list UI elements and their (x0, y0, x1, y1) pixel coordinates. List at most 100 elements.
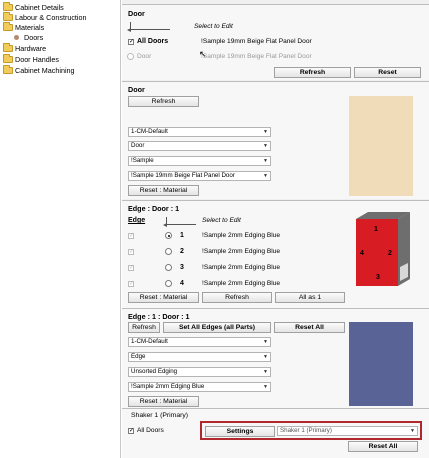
folder-icon (3, 65, 13, 74)
refresh-button[interactable]: Refresh (202, 292, 272, 303)
tree-item-label: Materials (15, 23, 45, 32)
folder-icon (3, 22, 13, 31)
chevron-down-icon: ▼ (263, 384, 268, 390)
all-as-1-button[interactable]: All as 1 (275, 292, 345, 303)
folder-icon (3, 54, 13, 63)
combo-value: 1-CM-Default (131, 128, 168, 135)
chevron-down-icon: ▼ (410, 428, 415, 434)
combo-value: Edge (131, 353, 146, 360)
settings-button[interactable]: Settings (205, 426, 275, 437)
edge-checkbox-3[interactable]: ✓ (128, 265, 134, 271)
edge-checkbox-2[interactable]: ✓ (128, 249, 134, 255)
all-doors-checkbox[interactable]: ✓ (128, 428, 134, 434)
door-select-panel: Door Select to Edit ✓ All Doors !Sample … (122, 4, 429, 80)
reset-button[interactable]: Reset (354, 67, 421, 78)
all-doors-checkbox[interactable]: ✓ (128, 39, 134, 45)
select-to-edit-hint: Select to Edit (194, 23, 233, 30)
material-category-select[interactable]: !Sample ▼ (128, 156, 271, 166)
edge-material-swatch (349, 322, 413, 406)
all-doors-label: All Doors (137, 38, 169, 45)
edge-number: 1 (180, 232, 184, 239)
chevron-down-icon: ▼ (263, 129, 268, 135)
arrow-left-icon (163, 223, 167, 227)
material-select[interactable]: !Sample 19mm Beige Flat Panel Door ▼ (128, 171, 271, 181)
tree-item-doors[interactable]: Doors (13, 33, 43, 43)
door-style-panel: Shaker 1 (Primary) ✓ All Doors Settings … (122, 408, 429, 458)
reset-all-button[interactable]: Reset All (348, 441, 418, 452)
panel-title: Door (128, 9, 145, 18)
reset-material-button[interactable]: Reset : Material (128, 185, 199, 196)
door-value: !Sample 19mm Beige Flat Panel Door (201, 53, 312, 60)
door-style-select[interactable]: Shaker 1 (Primary) ▼ (277, 426, 418, 436)
select-arrow-line (130, 22, 170, 30)
properties-pane: Door Select to Edit ✓ All Doors !Sample … (122, 0, 429, 458)
refresh-button[interactable]: Refresh (128, 322, 160, 333)
edge-material-value: !Sample 2mm Edging Blue (202, 248, 281, 255)
tree-item-labour-construction[interactable]: Labour & Construction (3, 12, 87, 23)
door-radio-label: Door (137, 53, 152, 60)
tree-item-label: Cabinet Machining (15, 66, 75, 75)
door-edge-diagram: 1 2 3 4 (356, 212, 410, 286)
panel-title: Shaker 1 (Primary) (131, 412, 189, 419)
reset-material-button[interactable]: Reset : Material (128, 396, 199, 407)
edge-column-label: Edge (128, 217, 146, 224)
combo-value: !Sample (131, 157, 154, 164)
tree-item-cabinet-details[interactable]: Cabinet Details (3, 2, 64, 13)
door-material-icon (13, 33, 21, 41)
edge-checkbox-4[interactable]: ✓ (128, 281, 134, 287)
tree-item-label: Door Handles (15, 55, 59, 64)
tree-item-hardware[interactable]: Hardware (3, 43, 46, 54)
tree-item-cabinet-machining[interactable]: Cabinet Machining (3, 65, 75, 76)
panel-title: Edge : Door : 1 (128, 204, 180, 213)
edge-radio-4[interactable] (165, 280, 172, 287)
diagram-edge-3: 3 (376, 274, 380, 281)
edge-radio-2[interactable] (165, 248, 172, 255)
chevron-down-icon: ▼ (263, 339, 268, 345)
diagram-edge-4: 4 (360, 250, 364, 257)
combo-value: Door (131, 142, 145, 149)
edge-panel: Edge : Door : 1 Edge Select to Edit ✓ 1 … (122, 200, 429, 308)
tree-item-label: Cabinet Details (15, 3, 64, 12)
reset-material-button[interactable]: Reset : Material (128, 292, 199, 303)
folder-icon (3, 2, 13, 11)
material-library-select[interactable]: 1-CM-Default ▼ (128, 127, 271, 137)
mouse-cursor-icon: ↖ (199, 49, 207, 59)
chevron-down-icon: ▼ (263, 354, 268, 360)
combo-value: Shaker 1 (Primary) (280, 427, 332, 434)
select-arrow-line (166, 217, 196, 225)
combo-value: !Sample 2mm Edging Blue (131, 383, 205, 390)
edge-radio-3[interactable] (165, 264, 172, 271)
set-all-edges-button[interactable]: Set All Edges (all Parts) (163, 322, 271, 333)
material-category-select[interactable]: Unsorted Edging ▼ (128, 367, 271, 377)
chevron-down-icon: ▼ (263, 143, 268, 149)
material-type-select[interactable]: Door ▼ (128, 141, 271, 151)
door-radio[interactable] (127, 53, 134, 60)
panel-title: Edge : 1 : Door : 1 (128, 312, 190, 321)
arrow-left-icon (127, 28, 131, 32)
select-to-edit-hint: Select to Edit (202, 217, 241, 224)
material-select[interactable]: !Sample 2mm Edging Blue ▼ (128, 382, 271, 392)
edge-number: 2 (180, 248, 184, 255)
edge-material-panel: Edge : 1 : Door : 1 Refresh Set All Edge… (122, 308, 429, 408)
refresh-button[interactable]: Refresh (274, 67, 351, 78)
edge-number: 3 (180, 264, 184, 271)
materials-tree[interactable]: Cabinet Details Labour & Construction Ma… (0, 0, 121, 458)
refresh-button[interactable]: Refresh (128, 96, 199, 107)
chevron-down-icon: ▼ (263, 158, 268, 164)
edge-number: 4 (180, 280, 184, 287)
material-type-select[interactable]: Edge ▼ (128, 352, 271, 362)
edge-radio-1[interactable] (165, 232, 172, 239)
diagram-edge-2: 2 (388, 250, 392, 257)
material-library-select[interactable]: 1-CM-Default ▼ (128, 337, 271, 347)
door-material-swatch (349, 96, 413, 196)
all-doors-label: All Doors (137, 427, 164, 434)
reset-all-button[interactable]: Reset All (274, 322, 345, 333)
edge-checkbox-1[interactable]: ✓ (128, 233, 134, 239)
tree-item-materials[interactable]: Materials (3, 22, 45, 33)
all-doors-value: !Sample 19mm Beige Flat Panel Door (201, 38, 312, 45)
combo-value: !Sample 19mm Beige Flat Panel Door (131, 172, 235, 179)
tree-item-label: Doors (24, 33, 44, 42)
tree-item-door-handles[interactable]: Door Handles (3, 54, 59, 65)
panel-title: Door (128, 85, 145, 94)
tree-item-label: Labour & Construction (15, 13, 87, 22)
